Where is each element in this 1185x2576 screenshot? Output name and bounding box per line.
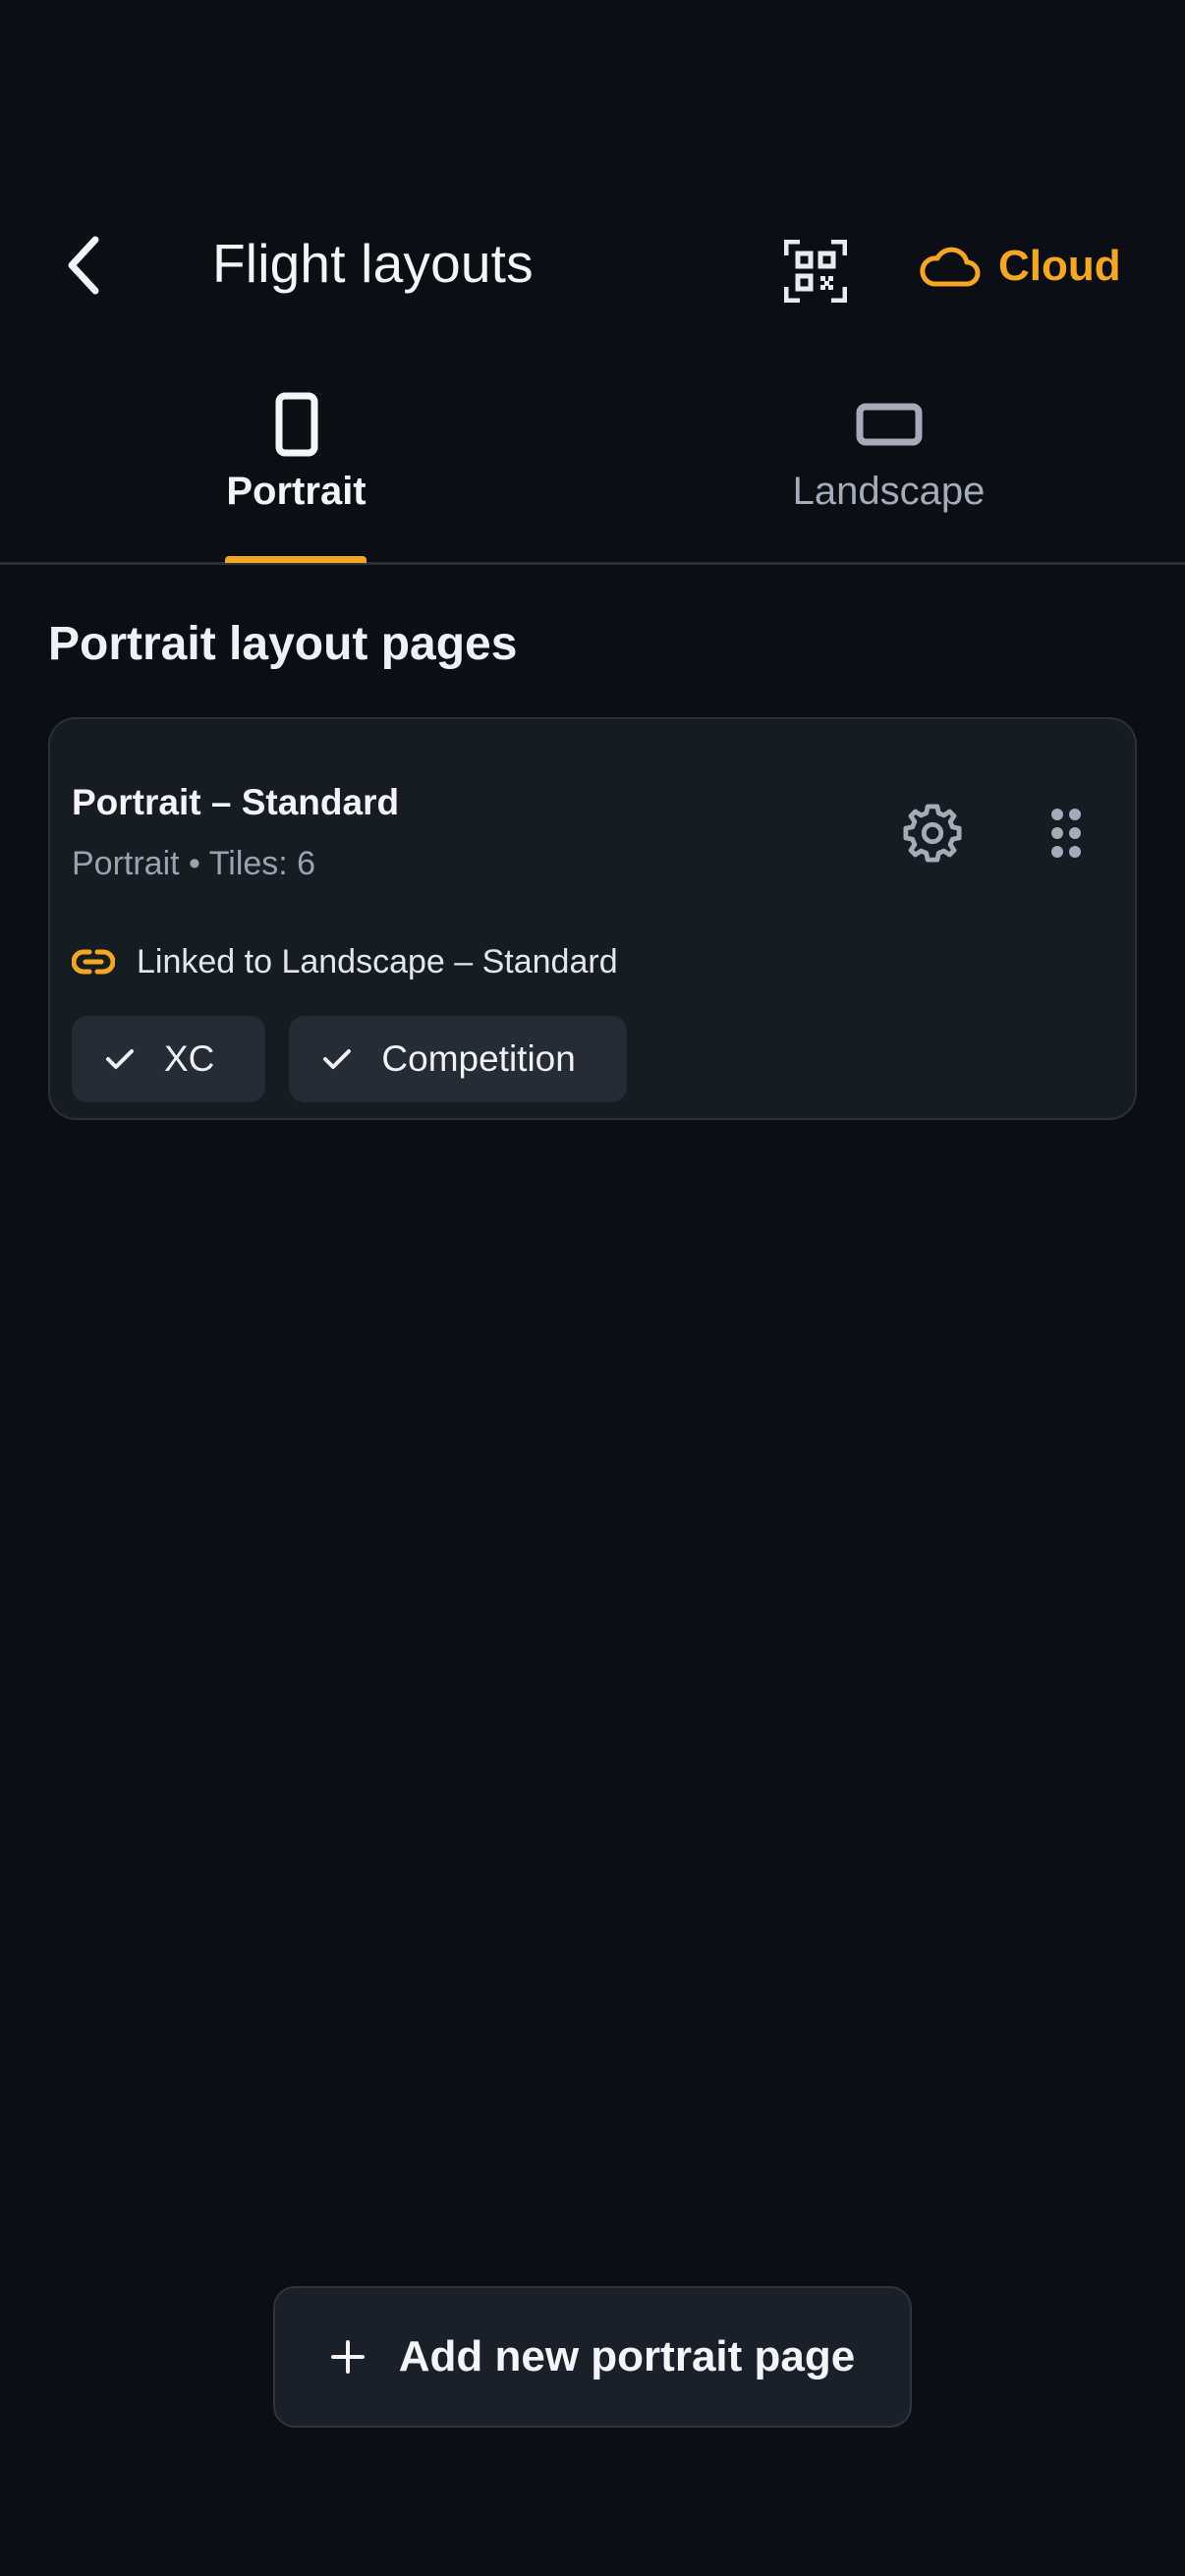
chip-label: XC: [164, 1038, 215, 1079]
drag-handle-icon: [1051, 809, 1081, 858]
chip-label: Competition: [381, 1038, 576, 1079]
check-icon: [323, 1049, 352, 1069]
card-subtitle: Portrait • Tiles: 6: [72, 845, 316, 882]
add-page-button[interactable]: Add new portrait page: [273, 2286, 912, 2428]
linked-info: Linked to Landscape – Standard: [72, 939, 618, 984]
chip-xc[interactable]: XC: [72, 1016, 266, 1102]
tab-portrait-label: Portrait: [226, 470, 367, 513]
back-button[interactable]: [54, 234, 113, 297]
tab-selected-indicator: [225, 556, 367, 563]
tab-landscape[interactable]: Landscape: [592, 383, 1185, 562]
cloud-button[interactable]: Cloud: [918, 232, 1121, 301]
linked-text: Linked to Landscape – Standard: [137, 942, 618, 980]
cloud-label: Cloud: [998, 242, 1121, 290]
tab-landscape-label: Landscape: [792, 470, 986, 513]
section-title: Portrait layout pages: [48, 618, 518, 670]
app-header: Flight layouts Cloud: [0, 206, 1185, 324]
gear-icon: [903, 804, 962, 863]
page-title: Flight layouts: [212, 233, 534, 294]
link-icon: [72, 949, 115, 975]
add-page-label: Add new portrait page: [398, 2332, 856, 2380]
cloud-icon: [920, 247, 981, 287]
drag-handle[interactable]: [1027, 794, 1105, 872]
qr-code-icon: [784, 240, 847, 303]
orientation-tabs: Portrait Landscape: [0, 383, 1185, 565]
card-title: Portrait – Standard: [72, 782, 400, 822]
tag-chips: XC Competition: [72, 1016, 627, 1102]
tab-portrait[interactable]: Portrait: [0, 383, 592, 562]
check-icon: [106, 1049, 134, 1069]
chevron-left-icon: [68, 236, 99, 295]
qr-scan-button[interactable]: [780, 236, 851, 307]
layout-page-card[interactable]: Portrait – Standard Portrait • Tiles: 6 …: [48, 717, 1137, 1120]
chip-competition[interactable]: Competition: [289, 1016, 627, 1102]
plus-icon: [330, 2340, 365, 2374]
phone-portrait-icon: [275, 392, 317, 457]
settings-button[interactable]: [893, 794, 972, 872]
phone-landscape-icon: [856, 403, 922, 446]
